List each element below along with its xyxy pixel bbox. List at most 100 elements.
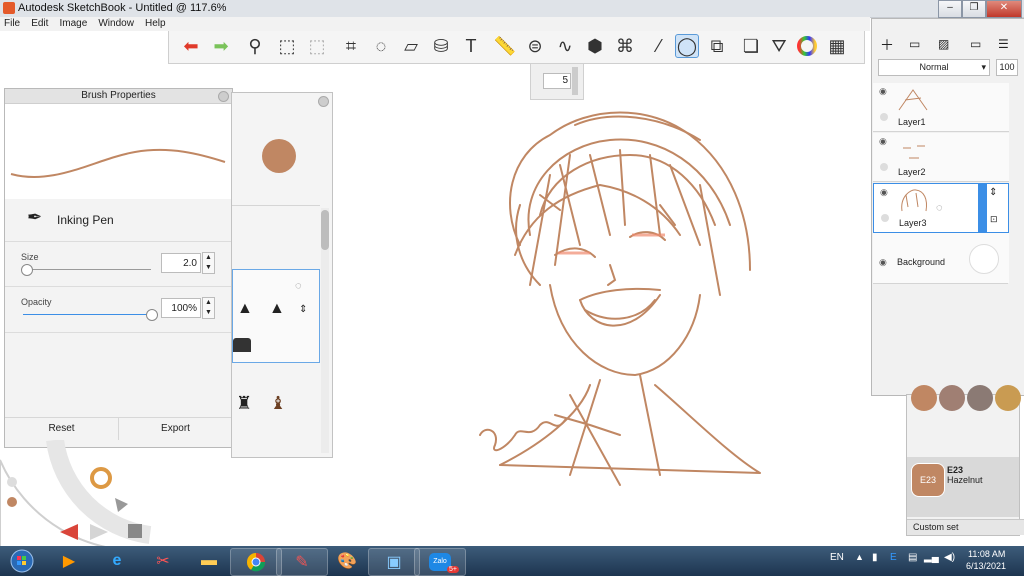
- layer-row[interactable]: ◉ Layer2: [873, 133, 1009, 182]
- size-stepper[interactable]: ▲ ▼: [202, 252, 215, 274]
- media-player-icon[interactable]: ▶: [44, 548, 94, 574]
- layer-row[interactable]: ◉ Layer1: [873, 83, 1009, 132]
- symmetry-icon[interactable]: ⌘: [613, 34, 637, 58]
- close-button[interactable]: ✕: [986, 0, 1022, 18]
- text-icon[interactable]: T: [459, 34, 483, 58]
- tray-app-icon[interactable]: ▮: [872, 552, 878, 563]
- select-icon[interactable]: ⬚: [275, 34, 299, 58]
- redo-icon[interactable]: ➡: [209, 34, 233, 58]
- lasso-icon[interactable]: ◌: [369, 34, 393, 58]
- menu-image[interactable]: Image: [55, 17, 91, 31]
- layers-toggle-icon[interactable]: ❏: [739, 34, 763, 58]
- selected-brush-set[interactable]: ◌ ▲ ▲ ⇕: [232, 269, 320, 363]
- selected-color-swatch[interactable]: E23: [911, 463, 945, 497]
- restore-button[interactable]: ❐: [962, 0, 986, 18]
- menu-edit[interactable]: Edit: [27, 17, 52, 31]
- clock-date[interactable]: 6/13/2021: [966, 561, 1006, 571]
- opacity-value-field[interactable]: 100%: [161, 298, 201, 318]
- tray-expand-icon[interactable]: ▲: [855, 552, 864, 562]
- color-swatch[interactable]: [911, 385, 937, 411]
- add-group-icon[interactable]: ▭: [909, 37, 920, 51]
- transform-icon[interactable]: ⬚: [305, 34, 329, 58]
- brush-library-icon[interactable]: ⛛: [767, 34, 791, 58]
- lagoon-brush-puck-icon[interactable]: [7, 477, 17, 487]
- export-button[interactable]: Export: [119, 417, 232, 440]
- fill-icon[interactable]: ⛁: [429, 34, 453, 58]
- layer-settings-icon[interactable]: ⊡: [990, 214, 998, 225]
- layer-opacity-field[interactable]: 100: [996, 59, 1018, 76]
- reset-button[interactable]: Reset: [5, 417, 119, 440]
- opacity-slider-thumb[interactable]: [146, 309, 158, 321]
- brush-size-value[interactable]: 5: [543, 73, 571, 89]
- lock-toggle-icon[interactable]: [881, 214, 889, 222]
- color-swatch[interactable]: [939, 385, 965, 411]
- background-color-swatch[interactable]: [969, 244, 999, 274]
- opacity-slider-track[interactable]: [23, 314, 151, 315]
- color-swatch[interactable]: [995, 385, 1021, 411]
- size-slider-thumb[interactable]: [20, 264, 33, 276]
- zalo-icon[interactable]: Zalo 5+: [414, 548, 466, 576]
- tray-network-icon[interactable]: ▤: [908, 552, 917, 563]
- lagoon-color-puck-icon[interactable]: [7, 497, 17, 507]
- lock-toggle-icon[interactable]: [880, 163, 888, 171]
- visibility-eye-icon[interactable]: ◉: [880, 187, 888, 198]
- predictive-stroke-icon[interactable]: ◯: [675, 34, 699, 58]
- snipping-tool-icon[interactable]: ✂: [138, 548, 188, 574]
- canvas-sketch[interactable]: [460, 95, 780, 505]
- menu-file[interactable]: File: [0, 17, 24, 31]
- color-swatch[interactable]: [967, 385, 993, 411]
- internet-explorer-icon[interactable]: e: [92, 548, 142, 574]
- visibility-eye-icon[interactable]: ◉: [879, 86, 887, 97]
- add-layer-icon[interactable]: ＋: [880, 35, 894, 55]
- file-explorer-icon[interactable]: ▬: [184, 548, 234, 574]
- sketchbook-taskbar-icon[interactable]: ✎: [276, 548, 328, 576]
- brush-scroll-icon[interactable]: ⇕: [299, 304, 307, 315]
- brush-library-close-button[interactable]: [318, 96, 329, 107]
- distort-icon[interactable]: ▱: [399, 34, 423, 58]
- color-editor-icon[interactable]: ▦: [825, 34, 849, 58]
- perspective-icon[interactable]: ⬢: [583, 34, 607, 58]
- clock-time[interactable]: 11:08 AM: [968, 549, 1005, 559]
- paintbrush-icon[interactable]: ♝: [270, 393, 286, 414]
- layer-menu-icon[interactable]: ☰: [998, 37, 1009, 51]
- undo-icon[interactable]: ⬅: [179, 34, 203, 58]
- layer-row[interactable]: ◉ Background: [873, 233, 1009, 284]
- lock-toggle-icon[interactable]: [880, 113, 888, 121]
- shape-icon[interactable]: ⧉: [705, 34, 729, 58]
- paint-icon[interactable]: 🎨: [322, 548, 372, 574]
- brush-size-slider[interactable]: [572, 67, 578, 95]
- crop-icon[interactable]: ⌗: [339, 34, 363, 58]
- opacity-stepper[interactable]: ▲ ▼: [202, 297, 215, 319]
- marker-brush-icon[interactable]: ▲: [237, 300, 253, 318]
- brush-library-scrollbar[interactable]: [321, 208, 329, 453]
- airbrush-icon[interactable]: ♜: [236, 393, 252, 414]
- window-app-icon[interactable]: ▣: [368, 548, 420, 576]
- lagoon-layers-icon[interactable]: [128, 524, 142, 538]
- current-color-swatch[interactable]: [262, 139, 296, 173]
- french-curve-icon[interactable]: ∿: [553, 34, 577, 58]
- menu-help[interactable]: Help: [141, 17, 170, 31]
- blend-mode-select[interactable]: Normal ▾: [878, 59, 990, 76]
- menu-window[interactable]: Window: [94, 17, 138, 31]
- eraser-brush-icon[interactable]: [233, 338, 251, 352]
- zoom-icon[interactable]: ⚲: [243, 34, 267, 58]
- size-value-field[interactable]: 2.0: [161, 253, 201, 273]
- size-slider-track[interactable]: [23, 269, 151, 270]
- clear-layer-icon[interactable]: ▭: [970, 37, 981, 51]
- layer-order-icon[interactable]: ⇕: [989, 187, 997, 198]
- signal-icon[interactable]: ▂▄: [924, 552, 939, 563]
- volume-icon[interactable]: ◀): [944, 552, 955, 563]
- lagoon-color-icon[interactable]: [90, 467, 112, 489]
- brush-properties-close-button[interactable]: [218, 91, 229, 102]
- pen-brush-icon[interactable]: ▲: [269, 300, 285, 318]
- color-wheel-icon[interactable]: [795, 34, 819, 58]
- ruler-icon[interactable]: 📏: [493, 34, 517, 58]
- lagoon-select-icon[interactable]: [115, 498, 128, 512]
- add-image-icon[interactable]: ▨: [938, 37, 949, 51]
- tray-e-icon[interactable]: E: [890, 552, 897, 563]
- minimize-button[interactable]: –: [938, 0, 962, 18]
- stroke-icon[interactable]: ⁄: [647, 34, 671, 58]
- visibility-eye-icon[interactable]: ◉: [879, 257, 887, 268]
- ellipse-guide-icon[interactable]: ⊜: [523, 34, 547, 58]
- language-indicator[interactable]: EN: [830, 552, 844, 563]
